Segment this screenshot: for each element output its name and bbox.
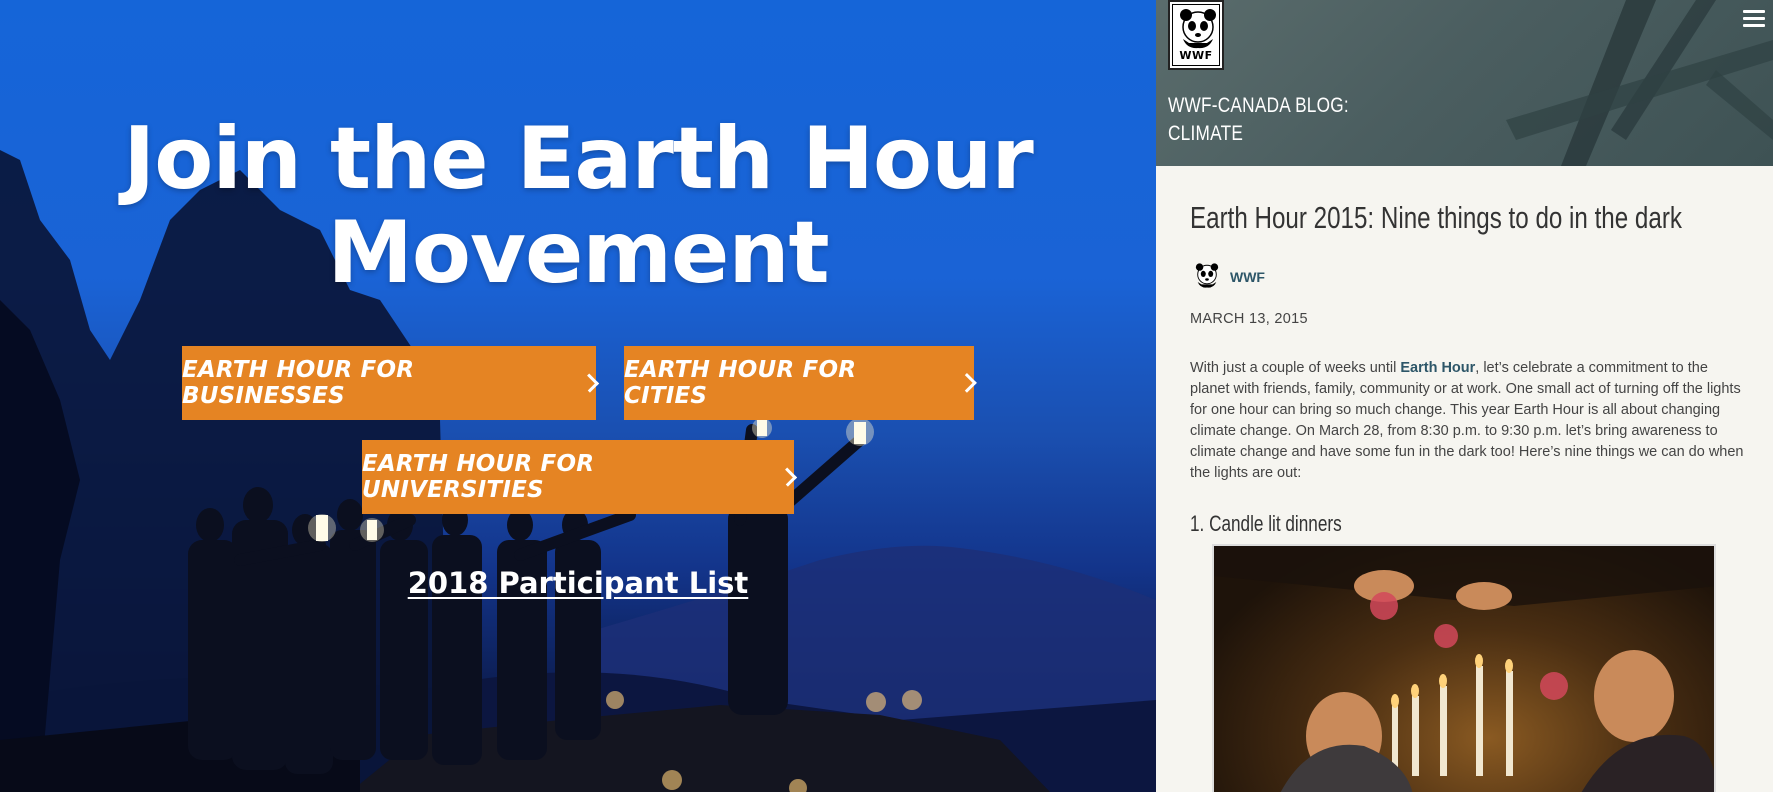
earth-hour-businesses-button[interactable]: EARTH HOUR FOR BUSINESSES bbox=[182, 346, 600, 420]
blog-category-label[interactable]: WWF-CANADA BLOG: CLIMATE bbox=[1168, 92, 1349, 148]
post-date: MARCH 13, 2015 bbox=[1190, 311, 1308, 327]
hero-title: Join the Earth Hour Movement bbox=[123, 109, 1034, 303]
wwf-logo[interactable]: WWF bbox=[1168, 0, 1224, 70]
post-title[interactable]: Earth Hour 2015: Nine things to do in th… bbox=[1190, 200, 1682, 236]
earth-hour-universities-button[interactable]: EARTH HOUR FOR UNIVERSITIES bbox=[362, 440, 798, 514]
panda-logo-icon bbox=[1180, 9, 1216, 49]
post-body-intro: With just a couple of weeks until bbox=[1190, 360, 1401, 376]
panda-logo-icon bbox=[1195, 263, 1219, 288]
blog-label-line1: WWF-CANADA BLOG: bbox=[1168, 94, 1349, 117]
participant-list-link[interactable]: 2018 Participant List bbox=[0, 566, 1156, 600]
earth-hour-cities-label: EARTH HOUR FOR CITIES bbox=[624, 357, 857, 409]
hero-section: Join the Earth Hour Movement EARTH HOUR … bbox=[0, 0, 1156, 792]
candle-dinner-photo bbox=[1212, 544, 1716, 792]
author-name[interactable]: WWF bbox=[1230, 269, 1265, 285]
sidebar-header: WWF WWF-CANADA BLOG: CLIMATE bbox=[1156, 0, 1773, 166]
earth-hour-businesses-label: EARTH HOUR FOR BUSINESSES bbox=[182, 357, 415, 409]
post-body-rest: , let’s celebrate a commitment to the pl… bbox=[1190, 360, 1744, 481]
author-row: WWF bbox=[1194, 262, 1265, 292]
author-avatar bbox=[1194, 262, 1220, 292]
hamburger-menu-icon[interactable] bbox=[1743, 10, 1765, 28]
earth-hour-universities-label: EARTH HOUR FOR UNIVERSITIES bbox=[362, 451, 595, 503]
logo-text: WWF bbox=[1179, 49, 1213, 62]
section-heading: 1. Candle lit dinners bbox=[1190, 511, 1342, 536]
earth-hour-cities-button[interactable]: EARTH HOUR FOR CITIES bbox=[624, 346, 977, 420]
post-body: With just a couple of weeks until Earth … bbox=[1190, 358, 1746, 484]
earth-hour-link[interactable]: Earth Hour bbox=[1400, 360, 1475, 376]
blog-sidebar: WWF WWF-CANADA BLOG: CLIMATE Earth Hour … bbox=[1156, 0, 1773, 792]
blog-label-line2: CLIMATE bbox=[1168, 122, 1244, 145]
